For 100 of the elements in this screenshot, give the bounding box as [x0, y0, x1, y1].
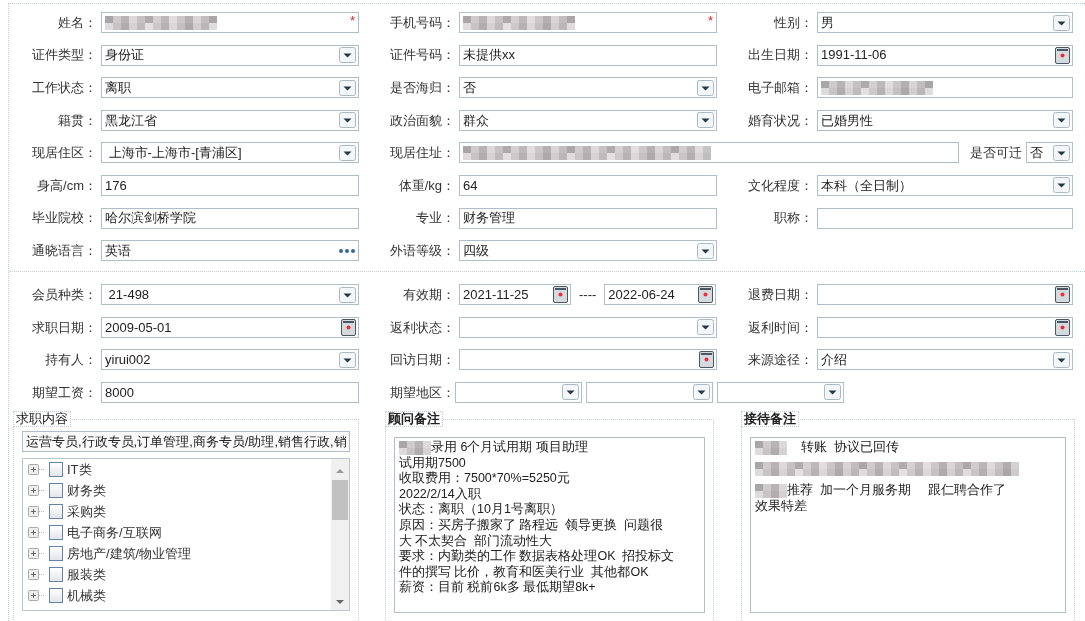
range-separator: ----: [579, 285, 597, 304]
dropdown-field[interactable]: 男: [817, 12, 1073, 33]
tree-item[interactable]: 财务类: [28, 479, 331, 501]
checkbox[interactable]: [49, 482, 63, 498]
field-label: 来源途径：: [747, 351, 813, 370]
expand-icon[interactable]: [28, 484, 45, 496]
dropdown-field[interactable]: 否: [459, 77, 717, 99]
calendar-icon[interactable]: [1055, 286, 1070, 304]
dropdown-field[interactable]: 介绍: [817, 349, 1073, 371]
dropdown-field[interactable]: 本科（全日制）: [817, 174, 1073, 196]
dropdown-field[interactable]: 黑龙江省: [101, 109, 359, 131]
more-icon[interactable]: [338, 247, 356, 254]
field-label: 证件类型：: [31, 46, 97, 65]
note-line: 要求：内勤类的工作 数据表格处理OK 招投标文: [399, 549, 675, 565]
text-field[interactable]: 哈尔滨剑桥学院: [101, 207, 359, 229]
tree-item[interactable]: 电子商务/互联网: [28, 521, 331, 543]
notes-textarea[interactable]: 转账 协议已回传 推荐 加一个月服务期 跟仁聘合作了 效果特差: [750, 436, 1066, 613]
field-label: 会员种类：: [31, 285, 97, 304]
field-label: 毕业院校：: [31, 209, 97, 228]
calendar-icon[interactable]: [699, 351, 714, 369]
calendar-icon[interactable]: [553, 286, 568, 304]
required-asterisk: *: [349, 12, 355, 30]
note-line: 试用期7500: [399, 455, 466, 471]
date-field[interactable]: 2022-06-24: [604, 284, 717, 306]
date-field[interactable]: [459, 349, 717, 371]
dropdown-field[interactable]: yirui002: [101, 349, 359, 371]
field-label: 是否可迁: [970, 144, 1022, 163]
text-field[interactable]: 176: [101, 174, 359, 196]
field-label: 期望地区：: [389, 383, 455, 402]
field-label: 性别：: [773, 13, 813, 32]
text-field[interactable]: 未提供xx: [459, 44, 717, 66]
dropdown-field[interactable]: [459, 316, 717, 338]
dropdown-field[interactable]: 上海市-上海市-[青浦区]: [101, 142, 359, 164]
expand-icon[interactable]: [28, 589, 45, 601]
text-field[interactable]: 财务管理: [459, 207, 717, 229]
field-label: 返利状态：: [389, 318, 455, 337]
date-field[interactable]: [817, 316, 1073, 338]
field-label: 政治面貌：: [389, 111, 455, 130]
field-label: 退费日期：: [747, 285, 813, 304]
calendar-icon[interactable]: [698, 286, 714, 304]
dropdown-field[interactable]: 否: [1026, 142, 1073, 164]
dropdown-field[interactable]: 已婚男性: [817, 109, 1073, 131]
expand-icon[interactable]: [28, 526, 45, 538]
expand-icon[interactable]: [28, 463, 45, 475]
note-line: 薪资：目前 税前6k多 最低期望8k+: [399, 580, 596, 596]
expand-icon[interactable]: [28, 505, 45, 517]
tree-item[interactable]: 采购类: [28, 500, 331, 522]
field-label: 是否海归：: [389, 78, 455, 97]
dropdown-field[interactable]: [455, 381, 582, 403]
notes-textarea[interactable]: 录用 6个月试用期 项目助理 试用期7500 收取费用：7500*70%=5250元 2022/2/14入职 状态：离职（10月1号离职） 原因：买房子搬家了 路程远 领导更换 问题很 大 不太契合 部门流动性大 要求：内勤类的工作 数据表格处理OK 招投标文 件的撰写 比价，教育和医美行业 其他都OK 薪资：目前 税前6k多 最低期望8k+: [394, 436, 705, 613]
calendar-icon[interactable]: [1055, 318, 1070, 336]
text-field[interactable]: [459, 142, 959, 164]
note-line: 大 不太契合 部门流动性大: [399, 533, 553, 549]
dropdown-field[interactable]: [717, 381, 844, 403]
date-field[interactable]: 2021-11-25: [459, 284, 571, 306]
field-label: 婚育状况：: [747, 111, 813, 130]
calendar-icon[interactable]: [1055, 46, 1070, 64]
tree-item[interactable]: 服装类: [28, 563, 331, 585]
field-label: 专业：: [415, 209, 455, 228]
tree-item[interactable]: IT类: [28, 458, 331, 480]
selection-field[interactable]: 运营专员,行政专员,订单管理,商务专员/助理,销售行政,销: [22, 430, 350, 452]
dropdown-field[interactable]: 身份证: [101, 44, 359, 66]
group-title: 求职内容: [13, 410, 71, 427]
dropdown-field[interactable]: 离职: [101, 77, 359, 99]
text-field[interactable]: [817, 77, 1073, 99]
field-label: 现居住址：: [389, 144, 455, 163]
expand-icon[interactable]: [28, 568, 45, 580]
date-field[interactable]: 1991-11-06: [817, 44, 1073, 66]
picker-field[interactable]: 英语: [101, 240, 359, 262]
text-field[interactable]: *: [459, 12, 717, 33]
date-field[interactable]: [817, 284, 1073, 306]
tree-item[interactable]: 房地产/建筑/物业管理: [28, 542, 331, 564]
checkbox[interactable]: [49, 524, 63, 540]
dropdown-field[interactable]: [586, 381, 713, 403]
checkbox[interactable]: [49, 461, 63, 477]
field-label: 身高/cm：: [36, 176, 97, 195]
text-field[interactable]: [817, 207, 1073, 229]
field-label: 有效期：: [402, 285, 455, 304]
dropdown-field[interactable]: 21-498: [101, 284, 359, 306]
calendar-icon[interactable]: [341, 318, 356, 336]
checkbox[interactable]: [49, 587, 63, 603]
checkbox[interactable]: [49, 566, 63, 582]
expand-icon[interactable]: [28, 547, 45, 559]
text-field[interactable]: *: [101, 12, 359, 33]
field-label: 职称：: [773, 209, 813, 228]
checkbox[interactable]: [49, 545, 63, 561]
dropdown-field[interactable]: 四级: [459, 240, 717, 262]
date-field[interactable]: 2009-05-01: [101, 316, 359, 338]
field-label: 体重/kg：: [397, 176, 455, 195]
field-label: 出生日期：: [747, 46, 813, 65]
text-field[interactable]: 8000: [101, 381, 359, 403]
text-field[interactable]: 64: [459, 174, 717, 196]
tree-item[interactable]: 机械类: [28, 584, 331, 606]
note-line: 原因：买房子搬家了 路程远 领导更换 问题很: [399, 517, 664, 534]
note-line: 效果特差: [755, 498, 807, 515]
dropdown-field[interactable]: 群众: [459, 109, 717, 131]
checkbox[interactable]: [49, 503, 63, 519]
scrollbar[interactable]: [331, 458, 349, 610]
field-label: 通晓语言：: [31, 241, 97, 260]
note-line: 状态：离职（10月1号离职）: [399, 502, 563, 518]
